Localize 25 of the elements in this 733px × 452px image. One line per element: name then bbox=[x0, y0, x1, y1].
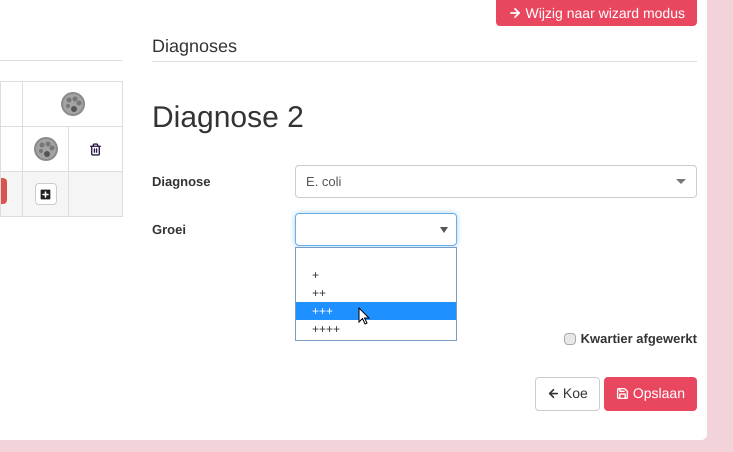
mouse-cursor-icon bbox=[358, 307, 370, 325]
arrow-right-icon bbox=[508, 6, 522, 20]
save-button[interactable]: Opslaan bbox=[604, 376, 697, 410]
remove-button[interactable] bbox=[1, 178, 7, 204]
arrow-left-icon bbox=[546, 387, 560, 400]
caret-icon bbox=[440, 226, 448, 232]
plus-icon bbox=[38, 186, 53, 202]
dropdown-option[interactable]: ++ bbox=[296, 284, 456, 302]
checkbox[interactable] bbox=[564, 332, 576, 345]
petri-dish-icon bbox=[32, 136, 58, 162]
section-title: Diagnoses bbox=[152, 35, 238, 58]
select-field[interactable] bbox=[295, 213, 457, 246]
form-title: Diagnose 2 bbox=[152, 100, 305, 136]
dropdown-option[interactable]: + bbox=[296, 266, 456, 284]
field-label: Diagnose bbox=[152, 172, 212, 191]
checkbox-label: Kwartier afgewerkt bbox=[580, 330, 697, 348]
field-label: Groei bbox=[152, 220, 187, 239]
back-button[interactable]: Koe bbox=[534, 376, 600, 410]
petri-dish-icon bbox=[60, 91, 86, 117]
caret-icon bbox=[676, 179, 686, 184]
select-field[interactable]: E. coli bbox=[295, 165, 697, 198]
dropdown-option[interactable]: ++++ bbox=[296, 320, 456, 338]
add-button[interactable] bbox=[34, 183, 56, 205]
trash-icon[interactable] bbox=[89, 142, 102, 156]
wizard-mode-button[interactable]: Wijzig naar wizard modus bbox=[496, 0, 697, 26]
